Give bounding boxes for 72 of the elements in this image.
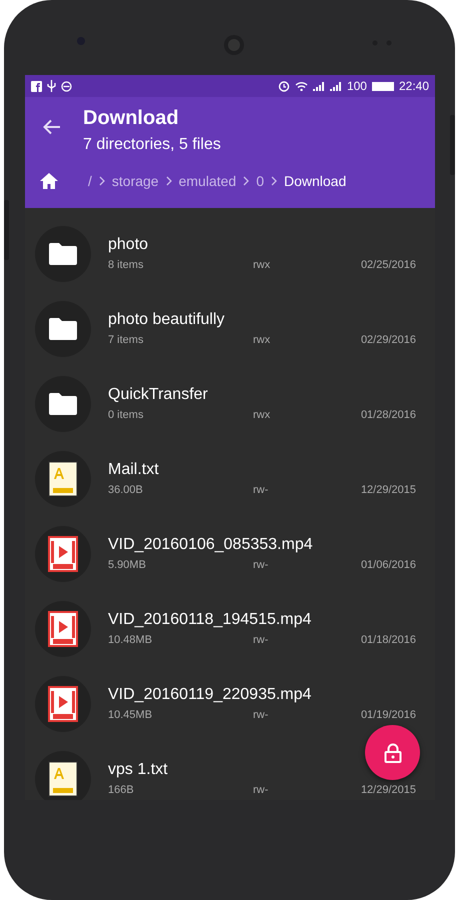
signal-icon — [330, 81, 342, 91]
file-size: 10.48MB — [108, 634, 154, 646]
folder-icon — [48, 392, 78, 416]
file-name: Mail.txt — [108, 461, 159, 479]
file-row[interactable]: VID_20160118_194515.mp4 10.48MB rw- 01/18/2016 — [25, 591, 435, 666]
file-date: 01/18/2016 — [360, 634, 416, 646]
file-date: 01/28/2016 — [360, 409, 416, 421]
file-size: 5.90MB — [108, 559, 147, 571]
file-permissions: rw- — [253, 484, 270, 496]
file-size: 7 items — [108, 334, 144, 346]
file-name: vps 1.txt — [108, 761, 168, 779]
chevron-icon — [243, 176, 250, 186]
back-arrow-icon[interactable] — [43, 119, 61, 135]
chevron-icon — [270, 176, 277, 186]
file-date: 12/29/2015 — [360, 484, 416, 496]
home-icon[interactable] — [39, 172, 59, 190]
file-name: QuickTransfer — [108, 386, 208, 404]
file-size: 166B — [108, 784, 135, 796]
blocked-icon — [61, 80, 72, 92]
file-row[interactable]: Mail.txt 36.00B rw- 12/29/2015 — [25, 441, 435, 516]
file-row[interactable]: photo 8 items rwx 02/25/2016 — [25, 216, 435, 291]
clock: 22:40 — [398, 79, 429, 93]
file-name: photo — [108, 236, 148, 254]
chevron-icon — [166, 176, 172, 186]
file-date: 02/25/2016 — [360, 259, 416, 271]
breadcrumb[interactable]: / — [86, 173, 94, 189]
file-name: photo beautifully — [108, 311, 225, 329]
file-name: VID_20160119_220935.mp4 — [108, 686, 312, 704]
breadcrumb[interactable]: 0 — [254, 173, 266, 189]
battery-level: 100 — [346, 79, 367, 93]
facebook-icon — [31, 80, 42, 92]
file-row[interactable]: VID_20160119_220935.mp4 10.45MB rw- 01/19/2016 — [25, 666, 435, 741]
battery-icon — [372, 82, 394, 90]
chevron-icon — [98, 176, 105, 186]
file-permissions: rw- — [253, 709, 270, 721]
file-row[interactable]: vps 1.txt 166B rw- 12/29/2015 — [25, 741, 435, 800]
file-permissions: rw- — [253, 559, 270, 571]
usb-icon — [47, 80, 56, 92]
folder-title: Download — [83, 107, 180, 130]
file-size: 10.45MB — [108, 709, 154, 721]
folder-summary: 7 directories, 5 files — [83, 136, 221, 154]
file-size: 36.00B — [108, 484, 144, 496]
lock-icon — [384, 742, 402, 762]
file-size: 0 items — [108, 409, 144, 421]
breadcrumb[interactable]: storage — [110, 173, 161, 189]
file-date: 01/06/2016 — [360, 559, 416, 571]
file-permissions: rw- — [253, 784, 270, 796]
file-permissions: rwx — [253, 334, 272, 346]
file-date: 02/29/2016 — [360, 334, 416, 346]
video-file-icon — [48, 536, 78, 572]
file-name: VID_20160106_085353.mp4 — [108, 536, 313, 554]
file-name: VID_20160118_194515.mp4 — [108, 611, 312, 629]
file-row[interactable]: QuickTransfer 0 items rwx 01/28/2016 — [25, 366, 435, 441]
file-size: 8 items — [108, 259, 144, 271]
file-row[interactable]: photo beautifully 7 items rwx 02/29/2016 — [25, 291, 435, 366]
file-permissions: rw- — [253, 634, 270, 646]
file-date: 01/19/2016 — [360, 709, 416, 721]
text-file-icon — [48, 760, 78, 796]
text-file-icon — [48, 460, 78, 496]
folder-icon — [48, 316, 78, 340]
file-date: 12/29/2015 — [360, 784, 416, 796]
breadcrumb[interactable]: Download — [282, 173, 348, 189]
video-file-icon — [48, 686, 78, 722]
folder-icon — [48, 242, 78, 266]
file-row[interactable]: VID_20160106_085353.mp4 5.90MB rw- 01/06/2016 — [25, 516, 435, 591]
alarm-icon — [278, 80, 290, 92]
breadcrumb[interactable]: emulated — [176, 173, 238, 189]
file-permissions: rwx — [253, 409, 272, 421]
signal-icon — [312, 81, 325, 91]
video-file-icon — [48, 610, 78, 646]
wifi-icon — [294, 81, 308, 91]
file-permissions: rwx — [253, 259, 272, 271]
